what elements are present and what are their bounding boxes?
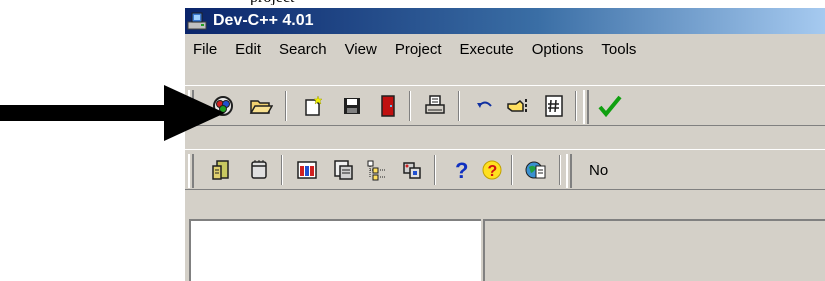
help-icon: ? — [450, 157, 472, 183]
close-door-icon — [377, 94, 399, 118]
toolbar-separator — [575, 91, 577, 121]
title-bar[interactable]: Dev-C++ 4.01 — [185, 8, 825, 34]
undo-button[interactable] — [471, 92, 499, 120]
new-file-button[interactable] — [298, 92, 326, 120]
secondary-toolbar: ? ? No — [185, 149, 825, 190]
debug-icon — [331, 158, 355, 182]
about-icon: ? — [480, 158, 504, 182]
compile-button[interactable] — [597, 92, 625, 120]
find-button[interactable] — [505, 92, 533, 120]
new-file-icon — [300, 94, 324, 118]
toolbar-separator — [434, 155, 436, 185]
options-button[interactable] — [398, 156, 426, 184]
about-button[interactable]: ? — [478, 156, 506, 184]
compile-run-icon — [295, 158, 319, 182]
open-button[interactable] — [247, 92, 275, 120]
menu-project[interactable]: Project — [386, 41, 451, 58]
close-button[interactable] — [374, 92, 402, 120]
compile-run-button[interactable] — [293, 156, 321, 184]
undo-icon — [474, 96, 496, 116]
debug-button[interactable] — [329, 156, 357, 184]
remove-from-project-icon — [247, 158, 271, 182]
menu-tools[interactable]: Tools — [592, 41, 645, 58]
menu-options[interactable]: Options — [523, 41, 593, 58]
menu-bar: File Edit Search View Project Execute Op… — [185, 35, 825, 63]
pointer-arrow — [0, 85, 225, 141]
main-toolbar — [185, 85, 825, 126]
svg-text:?: ? — [488, 163, 498, 180]
menu-search[interactable]: Search — [270, 41, 336, 58]
web-button[interactable] — [522, 156, 550, 184]
caption-fragment: project — [250, 0, 450, 5]
save-icon — [341, 95, 363, 117]
dev-cpp-window: Dev-C++ 4.01 File Edit Search View Proje… — [185, 8, 825, 281]
goto-line-icon — [543, 94, 565, 118]
goto-line-button[interactable] — [540, 92, 568, 120]
svg-text:?: ? — [455, 158, 468, 183]
editor-pane[interactable] — [483, 219, 825, 281]
toolbar-combo-text[interactable]: No — [589, 162, 608, 179]
toolbar-separator — [281, 155, 283, 185]
add-to-project-icon — [209, 158, 233, 182]
open-folder-icon — [249, 95, 273, 117]
menu-execute[interactable]: Execute — [451, 41, 523, 58]
menu-file[interactable]: File — [185, 41, 226, 58]
web-icon — [524, 158, 548, 182]
options-icon — [400, 158, 424, 182]
remove-from-project-button[interactable] — [245, 156, 273, 184]
find-icon — [506, 95, 532, 117]
print-button[interactable] — [421, 92, 449, 120]
menu-view[interactable]: View — [336, 41, 386, 58]
toolbar-separator — [511, 155, 513, 185]
toolbar-separator — [285, 91, 287, 121]
toolbar-separator — [559, 155, 561, 185]
toolbar-separator — [409, 91, 411, 121]
help-button[interactable]: ? — [447, 156, 475, 184]
print-icon — [423, 94, 447, 118]
toolbar-grip[interactable] — [566, 154, 572, 188]
toolbar-grip[interactable] — [583, 90, 589, 124]
class-browser-icon — [365, 158, 389, 182]
app-icon — [187, 11, 209, 31]
window-title: Dev-C++ 4.01 — [213, 12, 314, 29]
compile-check-icon — [598, 94, 624, 118]
class-browser-button[interactable] — [363, 156, 391, 184]
toolbar-grip[interactable] — [188, 154, 194, 188]
project-pane[interactable] — [189, 219, 481, 281]
add-to-project-button[interactable] — [207, 156, 235, 184]
toolbar-separator — [458, 91, 460, 121]
save-button[interactable] — [338, 92, 366, 120]
menu-edit[interactable]: Edit — [226, 41, 270, 58]
